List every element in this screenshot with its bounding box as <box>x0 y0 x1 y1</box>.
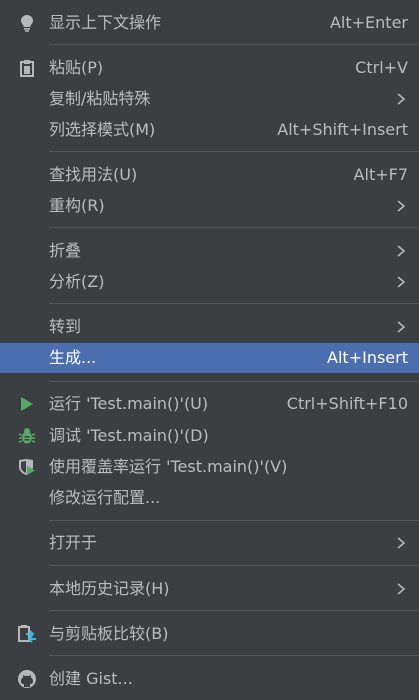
menu-item-copy-paste-special[interactable]: 复制/粘贴特殊 <box>0 84 419 114</box>
menu-item-label: 打开于 <box>49 533 98 552</box>
menu-item-label: 粘贴(P) <box>49 58 104 77</box>
chevron-right-icon <box>395 579 407 599</box>
menu-separator <box>49 227 419 228</box>
menu-item-column-selection-mode[interactable]: 列选择模式(M) Alt+Shift+Insert <box>0 115 419 145</box>
menu-item-label: 重构(R) <box>49 196 105 215</box>
chevron-right-icon <box>395 317 407 337</box>
menu-separator <box>49 565 419 566</box>
menu-item-shortcut: Alt+F7 <box>353 165 408 184</box>
github-icon <box>17 669 37 689</box>
menu-item-label: 复制/粘贴特殊 <box>49 89 151 108</box>
clipboard-icon <box>17 58 37 78</box>
menu-item-label: 显示上下文操作 <box>49 13 162 32</box>
menu-item-debug[interactable]: 调试 'Test.main()'(D) <box>0 421 419 451</box>
chevron-right-icon <box>395 196 407 216</box>
menu-separator <box>49 151 419 152</box>
menu-separator <box>49 381 419 382</box>
menu-item-label: 列选择模式(M) <box>49 120 156 139</box>
menu-item-find-usages[interactable]: 查找用法(U) Alt+F7 <box>0 160 419 190</box>
menu-item-label: 折叠 <box>49 241 82 260</box>
menu-item-create-gist[interactable]: 创建 Gist... <box>0 664 419 694</box>
menu-item-run-with-coverage[interactable]: 使用覆盖率运行 'Test.main()'(V) <box>0 452 419 482</box>
menu-item-shortcut: Alt+Enter <box>329 13 408 32</box>
menu-item-generate[interactable]: 生成... Alt+Insert <box>0 343 419 373</box>
compare-clipboard-icon <box>17 624 37 644</box>
menu-item-paste[interactable]: 粘贴(P) Ctrl+V <box>0 53 419 83</box>
menu-item-label: 转到 <box>49 317 82 336</box>
chevron-right-icon <box>395 89 407 109</box>
menu-item-modify-run-config[interactable]: 修改运行配置... <box>0 483 419 513</box>
menu-item-open-in[interactable]: 打开于 <box>0 528 419 558</box>
debug-bug-icon <box>17 426 37 446</box>
menu-separator <box>49 303 419 304</box>
menu-item-label: 分析(Z) <box>49 272 105 291</box>
menu-separator <box>49 520 419 521</box>
menu-item-analyze[interactable]: 分析(Z) <box>0 267 419 297</box>
chevron-right-icon <box>395 272 407 292</box>
menu-item-refactor[interactable]: 重构(R) <box>0 191 419 221</box>
menu-item-label: 运行 'Test.main()'(U) <box>49 394 209 413</box>
menu-item-label: 调试 'Test.main()'(D) <box>49 426 209 445</box>
menu-item-local-history[interactable]: 本地历史记录(H) <box>0 574 419 604</box>
lightbulb-icon <box>17 13 37 33</box>
menu-item-label: 查找用法(U) <box>49 165 138 184</box>
menu-item-shortcut: Ctrl+V <box>355 58 408 77</box>
menu-item-label: 创建 Gist... <box>49 669 133 688</box>
coverage-shield-icon <box>17 457 37 477</box>
menu-item-shortcut: Alt+Shift+Insert <box>277 120 408 139</box>
menu-separator <box>49 655 419 656</box>
menu-item-compare-with-clipboard[interactable]: 与剪贴板比较(B) <box>0 619 419 649</box>
menu-item-goto[interactable]: 转到 <box>0 312 419 342</box>
menu-item-shortcut: Alt+Insert <box>327 348 408 367</box>
menu-item-label: 修改运行配置... <box>49 488 161 507</box>
editor-context-menu: 显示上下文操作 Alt+Enter 粘贴(P) Ctrl+V 复制/粘贴特殊 列… <box>0 0 419 700</box>
menu-item-label: 生成... <box>49 348 97 367</box>
menu-item-folding[interactable]: 折叠 <box>0 236 419 266</box>
menu-separator <box>49 610 419 611</box>
chevron-right-icon <box>395 533 407 553</box>
menu-separator <box>49 44 419 45</box>
chevron-right-icon <box>395 241 407 261</box>
menu-item-shortcut: Ctrl+Shift+F10 <box>286 394 408 413</box>
menu-item-show-context-actions[interactable]: 显示上下文操作 Alt+Enter <box>0 8 419 38</box>
menu-item-run[interactable]: 运行 'Test.main()'(U) Ctrl+Shift+F10 <box>0 389 419 419</box>
menu-item-label: 本地历史记录(H) <box>49 579 170 598</box>
menu-item-label: 与剪贴板比较(B) <box>49 624 169 643</box>
menu-item-label: 使用覆盖率运行 'Test.main()'(V) <box>49 457 288 476</box>
run-icon <box>17 394 37 414</box>
